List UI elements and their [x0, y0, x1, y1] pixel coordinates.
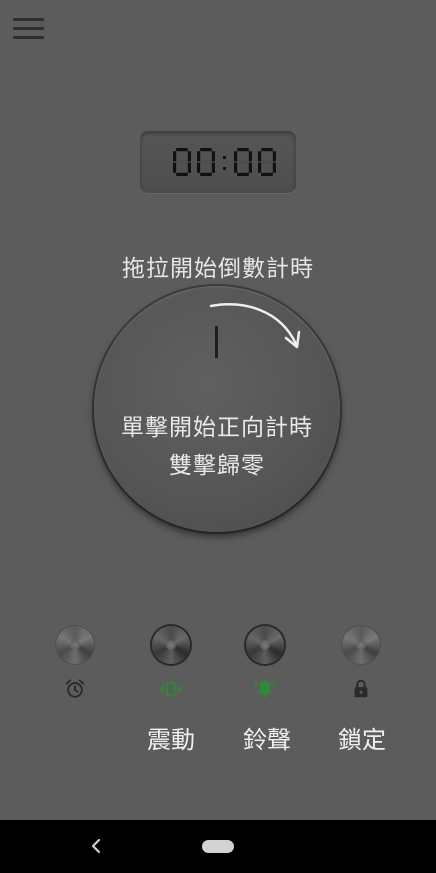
lock-icon — [354, 679, 368, 698]
ring-toggle-knob[interactable] — [246, 626, 284, 664]
digit-segment — [197, 151, 201, 162]
digit-segment — [248, 162, 252, 173]
digit-segment — [176, 160, 188, 164]
alarm-toggle-knob[interactable] — [56, 626, 94, 664]
digit-segment — [176, 172, 188, 176]
timer-display — [140, 131, 296, 193]
vibrate-label[interactable]: 震動 — [131, 720, 211, 755]
hamburger-icon — [13, 18, 44, 21]
hamburger-line — [13, 36, 44, 39]
drag-hint-label: 拖拉開始倒數計時 — [122, 256, 314, 282]
digit-segment — [187, 162, 191, 173]
digit-segment — [211, 162, 215, 173]
digit-segment — [237, 160, 249, 164]
digit-segment — [234, 151, 238, 162]
digit-segment — [187, 151, 191, 162]
digit-segment — [200, 148, 212, 152]
digit-colon — [223, 156, 226, 159]
digit-colon — [223, 167, 226, 170]
menu-button[interactable] — [12, 16, 46, 42]
vibrate-toggle-knob[interactable] — [152, 626, 190, 664]
digit-segment — [200, 172, 212, 176]
digit-segment — [237, 172, 249, 176]
digit-segment — [173, 162, 177, 173]
digit-segment — [234, 162, 238, 173]
digit-segment — [211, 151, 215, 162]
digit-segment — [261, 172, 273, 176]
back-icon[interactable] — [82, 832, 110, 860]
timer-digits — [173, 148, 276, 176]
digit-segment — [258, 162, 262, 173]
tap-hint-label: 單擊開始正向計時 — [121, 415, 313, 441]
digit-segment — [261, 148, 273, 152]
alarm-clock-icon — [65, 679, 85, 698]
digit-segment — [173, 151, 177, 162]
lock-toggle-knob[interactable] — [342, 626, 380, 664]
digit-segment — [176, 148, 188, 152]
timer-dial[interactable]: 單擊開始正向計時 雙擊歸零 — [94, 286, 340, 532]
digit-segment — [237, 148, 249, 152]
timer-screen: 拖拉開始倒數計時 單擊開始正向計時 雙擊歸零 震動 鈴聲 鎖定 — [0, 0, 436, 873]
hamburger-line — [13, 27, 44, 30]
digit-segment — [272, 151, 276, 162]
digit-segment — [248, 151, 252, 162]
digit-segment — [200, 160, 212, 164]
digit-segment — [272, 162, 276, 173]
ring-label[interactable]: 鈴聲 — [227, 720, 307, 755]
digit-segment — [261, 160, 273, 164]
digit-segment — [258, 151, 262, 162]
system-navigation-bar — [0, 820, 436, 873]
double-tap-hint-label: 雙擊歸零 — [169, 453, 265, 479]
vibrate-icon — [160, 681, 182, 697]
digit-segment — [197, 162, 201, 173]
bell-ring-icon — [254, 680, 276, 698]
lock-label[interactable]: 鎖定 — [322, 720, 402, 755]
home-button[interactable] — [202, 840, 234, 853]
